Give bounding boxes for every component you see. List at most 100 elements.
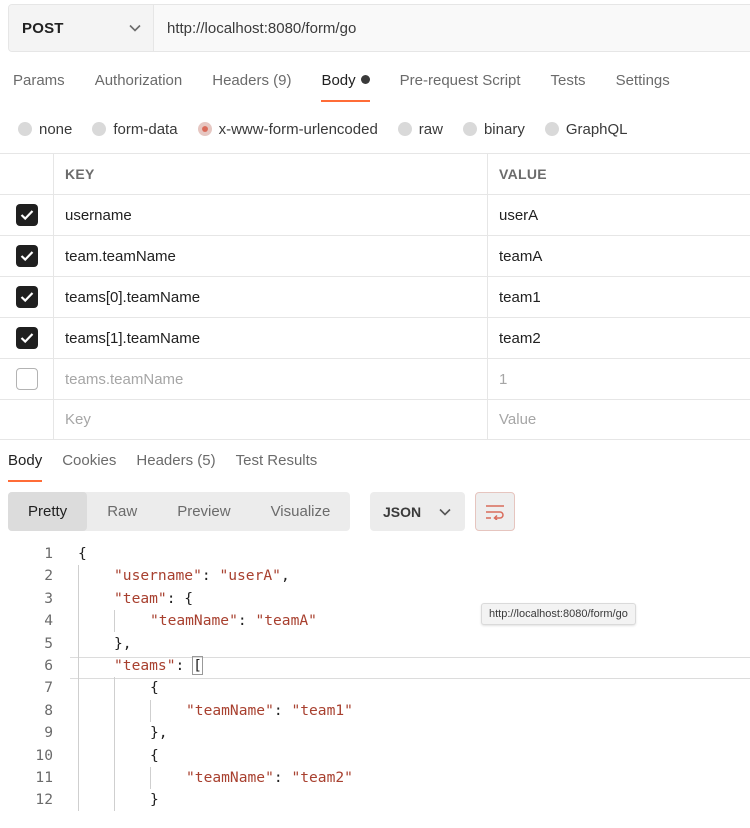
body-type-radio-group: none form-data x-www-form-urlencoded raw… xyxy=(18,118,648,140)
code-line: 3 "team": { xyxy=(0,588,750,610)
wrap-lines-button[interactable] xyxy=(475,492,515,531)
active-tab-underline xyxy=(8,480,43,482)
row-check-cell xyxy=(0,195,54,235)
body-type-none[interactable]: none xyxy=(18,121,72,138)
view-raw[interactable]: Raw xyxy=(87,492,157,531)
checkbox-checked[interactable] xyxy=(15,204,38,226)
json-value: "teamA" xyxy=(255,612,317,630)
tab-tests[interactable]: Tests xyxy=(551,72,586,102)
key-column-header: KEY xyxy=(54,154,488,194)
tab-pre-request-script[interactable]: Pre-request Script xyxy=(400,72,521,102)
code-punct: : xyxy=(175,656,194,674)
key-placeholder[interactable]: Key xyxy=(54,400,488,439)
row-check-cell xyxy=(0,400,54,439)
line-number: 1 xyxy=(44,545,53,562)
json-key: "teamName" xyxy=(186,701,274,719)
view-preview[interactable]: Preview xyxy=(157,492,250,531)
tab-headers[interactable]: Headers (9) xyxy=(212,72,291,102)
tab-response-body[interactable]: Body xyxy=(8,452,43,482)
tab-label: Tests xyxy=(550,72,586,89)
body-type-form-data[interactable]: form-data xyxy=(92,121,178,138)
text-cursor xyxy=(201,655,203,672)
code-text: "teamName": "team1" xyxy=(186,700,353,722)
checkbox-checked[interactable] xyxy=(15,245,38,267)
code-punct: : xyxy=(166,589,185,607)
value-cell[interactable]: team2 xyxy=(488,318,750,358)
view-visualize[interactable]: Visualize xyxy=(251,492,351,531)
body-type-graphql[interactable]: GraphQL xyxy=(544,121,628,138)
table-row: team.teamName teamA xyxy=(0,235,750,276)
row-check-cell xyxy=(0,318,54,358)
tab-label: Body xyxy=(321,72,356,89)
tab-cookies[interactable]: Cookies xyxy=(62,452,116,482)
table-row: teams.teamName 1 xyxy=(0,358,750,399)
key-cell[interactable]: teams[0].teamName xyxy=(54,277,488,317)
radio-icon xyxy=(92,122,107,136)
value-cell[interactable]: teamA xyxy=(488,236,750,276)
tab-authorization[interactable]: Authorization xyxy=(95,72,183,102)
tab-settings[interactable]: Settings xyxy=(616,72,670,102)
code-line: 6 "teams": [ xyxy=(0,655,750,677)
key-cell[interactable]: teams.teamName xyxy=(54,359,488,399)
body-type-raw[interactable]: raw xyxy=(397,121,443,138)
code-punct: : xyxy=(273,768,292,786)
row-check-cell xyxy=(0,277,54,317)
code-line: 8 "teamName": "team1" xyxy=(0,700,750,722)
checkbox-checked[interactable] xyxy=(15,286,38,308)
code-line: 2 "username": "userA", xyxy=(0,565,750,587)
value-cell[interactable]: team1 xyxy=(488,277,750,317)
code-text: "teamName": "teamA" xyxy=(150,610,317,632)
value-placeholder[interactable]: Value xyxy=(488,400,750,439)
line-number: 12 xyxy=(35,791,53,809)
code-line: 12} xyxy=(0,789,750,811)
code-line: 4 "teamName": "teamA" xyxy=(0,610,750,632)
code-text: } xyxy=(150,789,159,811)
line-number: 4 xyxy=(44,612,53,630)
params-table: KEY VALUE username userA team.teamName t… xyxy=(0,153,750,440)
radio-icon xyxy=(397,122,412,136)
modified-dot-icon xyxy=(360,75,370,84)
value-cell[interactable]: 1 xyxy=(488,359,750,399)
tab-test-results[interactable]: Test Results xyxy=(236,452,318,482)
radio-icon xyxy=(544,122,559,136)
body-type-binary[interactable]: binary xyxy=(462,121,525,138)
code-line: 1{ xyxy=(0,543,750,565)
json-key: "teamName" xyxy=(150,612,238,630)
code-text: "teamName": "team2" xyxy=(186,767,353,789)
code-punct: { xyxy=(78,545,87,562)
header-check-cell xyxy=(0,154,54,194)
radio-label: none xyxy=(39,120,73,138)
method-select[interactable]: POST xyxy=(9,5,154,51)
body-type-urlencoded[interactable]: x-www-form-urlencoded xyxy=(197,121,378,138)
url-input[interactable]: http://localhost:8080/form/go xyxy=(154,5,356,51)
checkbox-unchecked[interactable] xyxy=(15,368,38,390)
response-body-code[interactable]: 1{ 2 "username": "userA", 3 "team": { 4 "te… xyxy=(0,543,750,812)
tab-label: Headers (5) xyxy=(136,452,216,469)
line-number: 10 xyxy=(35,746,53,764)
code-punct: : xyxy=(201,567,220,585)
checkmark-icon xyxy=(20,333,33,344)
format-label: JSON xyxy=(383,503,422,520)
code-punct: : xyxy=(237,612,256,630)
tab-label: Headers (9) xyxy=(212,72,292,89)
json-key: "username" xyxy=(114,567,202,585)
code-punct: } xyxy=(150,791,159,809)
format-select[interactable]: JSON xyxy=(370,492,465,531)
key-cell[interactable]: team.teamName xyxy=(54,236,488,276)
tab-response-headers[interactable]: Headers (5) xyxy=(136,452,215,482)
value-cell[interactable]: userA xyxy=(488,195,750,235)
code-line: 11 "teamName": "team2" xyxy=(0,767,750,789)
json-value: "team2" xyxy=(291,768,353,786)
chevron-down-icon xyxy=(129,24,141,32)
json-value: "team1" xyxy=(291,701,353,719)
tab-params[interactable]: Params xyxy=(13,72,65,102)
row-check-cell xyxy=(0,236,54,276)
view-pretty[interactable]: Pretty xyxy=(8,492,88,531)
checkbox-checked[interactable] xyxy=(15,327,38,349)
code-punct: }, xyxy=(114,634,132,652)
line-number: 8 xyxy=(44,701,53,719)
key-cell[interactable]: teams[1].teamName xyxy=(54,318,488,358)
key-cell[interactable]: username xyxy=(54,195,488,235)
radio-icon xyxy=(18,122,32,136)
tab-body[interactable]: Body xyxy=(321,72,370,102)
